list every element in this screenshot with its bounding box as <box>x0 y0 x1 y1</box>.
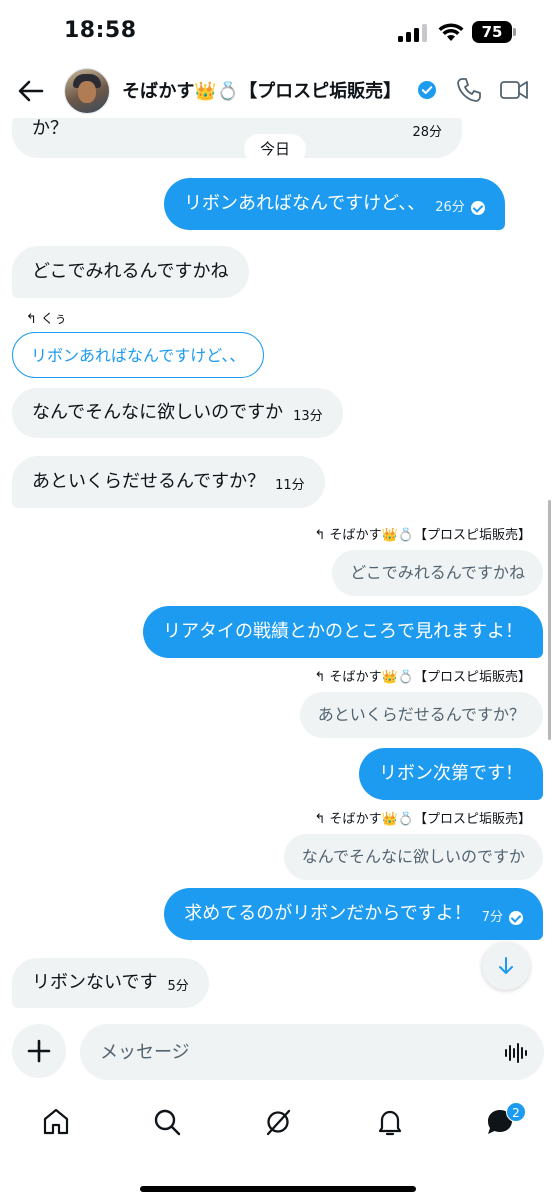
message-bubble-out[interactable]: リボンあればなんですけど、、 26分 <box>164 178 505 230</box>
reply-quote[interactable]: リボンあればなんですけど、、 <box>12 332 265 378</box>
contact-name[interactable]: そばかす👑💍【プロスピ垢販売】 <box>122 77 401 103</box>
back-arrow-icon[interactable] <box>14 74 48 108</box>
reply-name: そばかす👑💍【プロスピ垢販売】 <box>329 812 531 827</box>
status-bar: 18:58 75 <box>0 0 555 62</box>
scroll-to-bottom-button[interactable] <box>482 942 530 990</box>
message-text: なんでそんなに欲しいのですか <box>32 402 284 423</box>
message-text: 求めてるのがリボンだからですよ！ <box>184 903 472 924</box>
quote-text: どこでみれるんですかね <box>350 563 525 582</box>
video-icon[interactable] <box>499 76 529 104</box>
reply-label: ↰ そばかす👑💍【プロスピ垢販売】 <box>314 666 531 685</box>
verified-icon <box>418 81 436 99</box>
message-text: リボンあればなんですけど、、 <box>184 193 426 214</box>
read-check-icon <box>509 911 523 925</box>
message-text: リアタイの戦績とかのところで見れますよ！ <box>163 621 523 642</box>
message-text: か？ <box>32 118 68 139</box>
reply-arrow-icon: ↰ <box>26 312 37 327</box>
reply-label: ↰ そばかす👑💍【プロスピ垢販売】 <box>314 808 531 827</box>
home-indicator <box>140 1186 416 1192</box>
message-time: 7分 <box>481 910 503 925</box>
date-pill: 今日 <box>244 134 307 164</box>
message-text: リボンないです <box>32 972 158 993</box>
message-text: リボン次第です！ <box>379 763 523 784</box>
signal-icon <box>398 24 428 42</box>
grok-icon[interactable] <box>262 1106 294 1138</box>
messages-badge: 2 <box>506 1102 526 1122</box>
message-time: 26分 <box>435 200 465 215</box>
voice-icon[interactable] <box>504 1042 528 1064</box>
message-bubble-in[interactable]: なんでそんなに欲しいのですか 13分 <box>12 388 343 438</box>
message-text: あといくらだせるんですか？ <box>32 471 266 492</box>
message-bubble-out[interactable]: 求めてるのがリボンだからですよ！ 7分 <box>164 888 543 940</box>
composer <box>0 1018 555 1090</box>
home-icon[interactable] <box>40 1106 72 1138</box>
message-time: 5分 <box>167 979 189 994</box>
message-time: 11分 <box>275 478 305 493</box>
message-input[interactable] <box>80 1024 544 1080</box>
quote-text: なんでそんなに欲しいのですか <box>301 847 525 866</box>
message-bubble-in[interactable]: リボンないです 5分 <box>12 958 209 1008</box>
search-icon[interactable] <box>151 1106 183 1138</box>
message-bubble-out[interactable]: リアタイの戦績とかのところで見れますよ！ <box>143 606 543 658</box>
reply-arrow-icon: ↰ <box>314 670 326 685</box>
reply-name: そばかす👑💍【プロスピ垢販売】 <box>329 670 531 685</box>
avatar-face <box>78 81 96 103</box>
bottom-nav <box>0 1096 555 1156</box>
chat-thread[interactable]: か？ 28分 今日 リボンあればなんですけど、、 26分 どこでみれるんですかね… <box>0 118 555 1018</box>
message-text: どこでみれるんですかね <box>32 261 229 282</box>
scrollbar[interactable] <box>548 500 551 740</box>
wifi-icon <box>438 23 464 41</box>
avatar[interactable] <box>64 68 110 114</box>
reply-arrow-icon: ↰ <box>314 812 326 827</box>
bell-icon[interactable] <box>374 1106 406 1138</box>
status-time: 18:58 <box>64 18 137 43</box>
plus-icon <box>27 1039 51 1063</box>
reply-quote[interactable]: どこでみれるんですかね <box>332 550 543 596</box>
message-bubble-in[interactable]: どこでみれるんですかね <box>12 246 249 298</box>
battery-indicator: 75 <box>472 21 512 43</box>
reply-label: ↰ くぅ <box>26 308 67 327</box>
reply-label: ↰ そばかす👑💍【プロスピ垢販売】 <box>314 524 531 543</box>
quote-text: あといくらだせるんですか？ <box>317 705 525 724</box>
message-time: 28分 <box>412 125 442 140</box>
read-check-icon <box>470 201 485 215</box>
reply-arrow-icon: ↰ <box>314 528 326 543</box>
add-media-button[interactable] <box>12 1024 66 1078</box>
battery-tip <box>513 28 516 36</box>
quote-text: リボンあればなんですけど、、 <box>31 346 246 365</box>
message-bubble-in[interactable]: あといくらだせるんですか？ 11分 <box>12 456 325 508</box>
reply-name: そばかす👑💍【プロスピ垢販売】 <box>329 528 531 543</box>
message-time: 13分 <box>293 409 323 424</box>
reply-name: くぅ <box>40 312 67 327</box>
message-bubble-out[interactable]: リボン次第です！ <box>359 748 543 800</box>
phone-icon[interactable] <box>455 76 483 104</box>
reply-quote[interactable]: なんでそんなに欲しいのですか <box>283 834 543 880</box>
reply-quote[interactable]: あといくらだせるんですか？ <box>299 692 543 738</box>
chevron-down-icon <box>499 957 513 974</box>
conversation-header: そばかす👑💍【プロスピ垢販売】 <box>0 62 555 118</box>
message-bubble-in[interactable]: か？ 28分 <box>12 118 462 158</box>
